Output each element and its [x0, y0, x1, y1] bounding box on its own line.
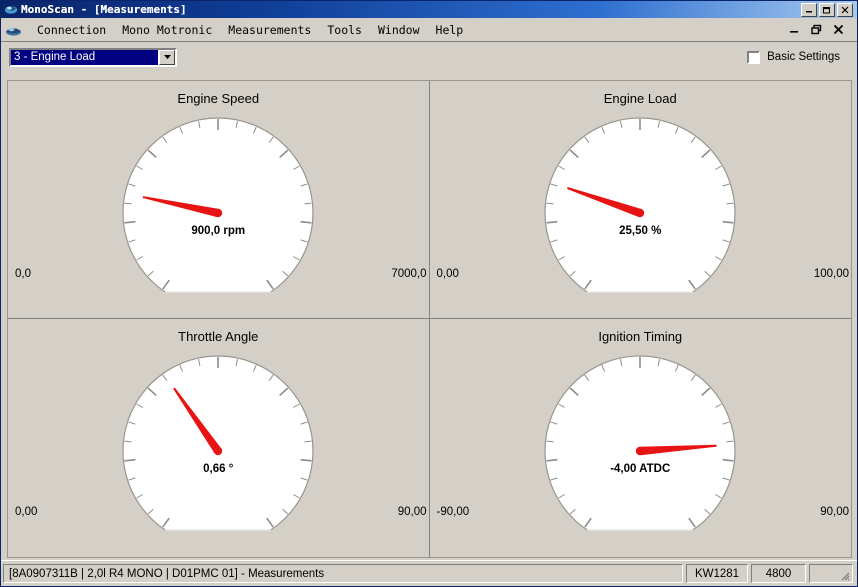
- gauge-dial: [535, 347, 745, 555]
- mdi-app-icon[interactable]: [5, 23, 22, 37]
- gauge-dial: [113, 347, 323, 555]
- menu-bar: Connection Mono Motronic Measurements To…: [1, 18, 857, 42]
- gauge-title: Engine Load: [603, 91, 677, 106]
- measurement-group-value-area: 3 - Engine Load: [11, 49, 158, 65]
- gauge-max-label: 90,00: [820, 506, 849, 518]
- menu-mono-motronic[interactable]: Mono Motronic: [114, 21, 220, 39]
- status-bar: [8A0907311B | 2,0l R4 MONO | D01PMC 01] …: [1, 560, 857, 586]
- menu-tools[interactable]: Tools: [319, 21, 370, 39]
- gauge-title: Throttle Angle: [178, 329, 259, 344]
- gauge-cell-ignition-timing: Ignition Timing -4,00 ATDC -90,00 90,00: [430, 319, 852, 557]
- menu-connection[interactable]: Connection: [29, 21, 114, 39]
- mdi-restore-icon[interactable]: [810, 23, 823, 36]
- restore-button[interactable]: [819, 2, 835, 17]
- toolbar-row: 3 - Engine Load Basic Settings: [1, 42, 857, 72]
- gauge-min-label: 0,00: [436, 268, 459, 280]
- gauge-min-label: 0,00: [15, 506, 38, 518]
- basic-settings-checkbox[interactable]: [747, 50, 761, 64]
- gauge-title: Engine Speed: [177, 91, 260, 106]
- chevron-down-icon[interactable]: [159, 49, 175, 65]
- gauge-dial: [535, 109, 745, 317]
- gauge-max-label: 90,00: [397, 506, 427, 518]
- close-button[interactable]: [837, 2, 853, 17]
- minimize-button[interactable]: [801, 2, 817, 17]
- mdi-window-controls: [788, 23, 853, 36]
- gauge-min-label: 0,0: [15, 268, 31, 280]
- status-extra-panel: [809, 564, 853, 583]
- window-title: MonoScan - [Measurements]: [21, 3, 187, 16]
- application-window: MonoScan - [Measurements] Connection Mon…: [0, 0, 858, 587]
- menu-window[interactable]: Window: [370, 21, 428, 39]
- gauge-title: Ignition Timing: [598, 329, 683, 344]
- gauge-max-label: 7000,0: [391, 268, 427, 280]
- measurement-group-select[interactable]: 3 - Engine Load: [9, 47, 177, 67]
- basic-settings-group[interactable]: Basic Settings: [747, 50, 849, 64]
- menu-help[interactable]: Help: [428, 21, 472, 39]
- status-protocol: KW1281: [686, 564, 748, 583]
- basic-settings-label: Basic Settings: [767, 51, 840, 63]
- gauge-cell-engine-load: Engine Load 25,50 % 0,00 100,00: [429, 81, 851, 319]
- title-bar: MonoScan - [Measurements]: [1, 1, 857, 18]
- gauge-panel: Engine Speed 900,0 rpm 0,0 7000,0 Engine…: [7, 80, 852, 558]
- status-vehicle-info: [8A0907311B | 2,0l R4 MONO | D01PMC 01] …: [3, 564, 683, 583]
- gauge-cell-throttle-angle: Throttle Angle 0,66 ° 0,00 90,00: [8, 319, 430, 557]
- app-icon: [4, 3, 18, 16]
- gauge-max-label: 100,00: [813, 268, 849, 280]
- gauge-cell-engine-speed: Engine Speed 900,0 rpm 0,0 7000,0: [8, 81, 430, 319]
- resize-grip-icon[interactable]: [838, 569, 850, 581]
- menu-measurements[interactable]: Measurements: [220, 21, 319, 39]
- window-controls: [801, 2, 853, 17]
- status-baudrate: 4800: [751, 564, 806, 583]
- measurement-group-value: 3 - Engine Load: [14, 51, 96, 63]
- gauge-min-label: -90,00: [436, 506, 470, 518]
- mdi-close-icon[interactable]: [832, 23, 845, 36]
- mdi-minimize-icon[interactable]: [788, 23, 801, 36]
- gauge-dial: [113, 109, 323, 317]
